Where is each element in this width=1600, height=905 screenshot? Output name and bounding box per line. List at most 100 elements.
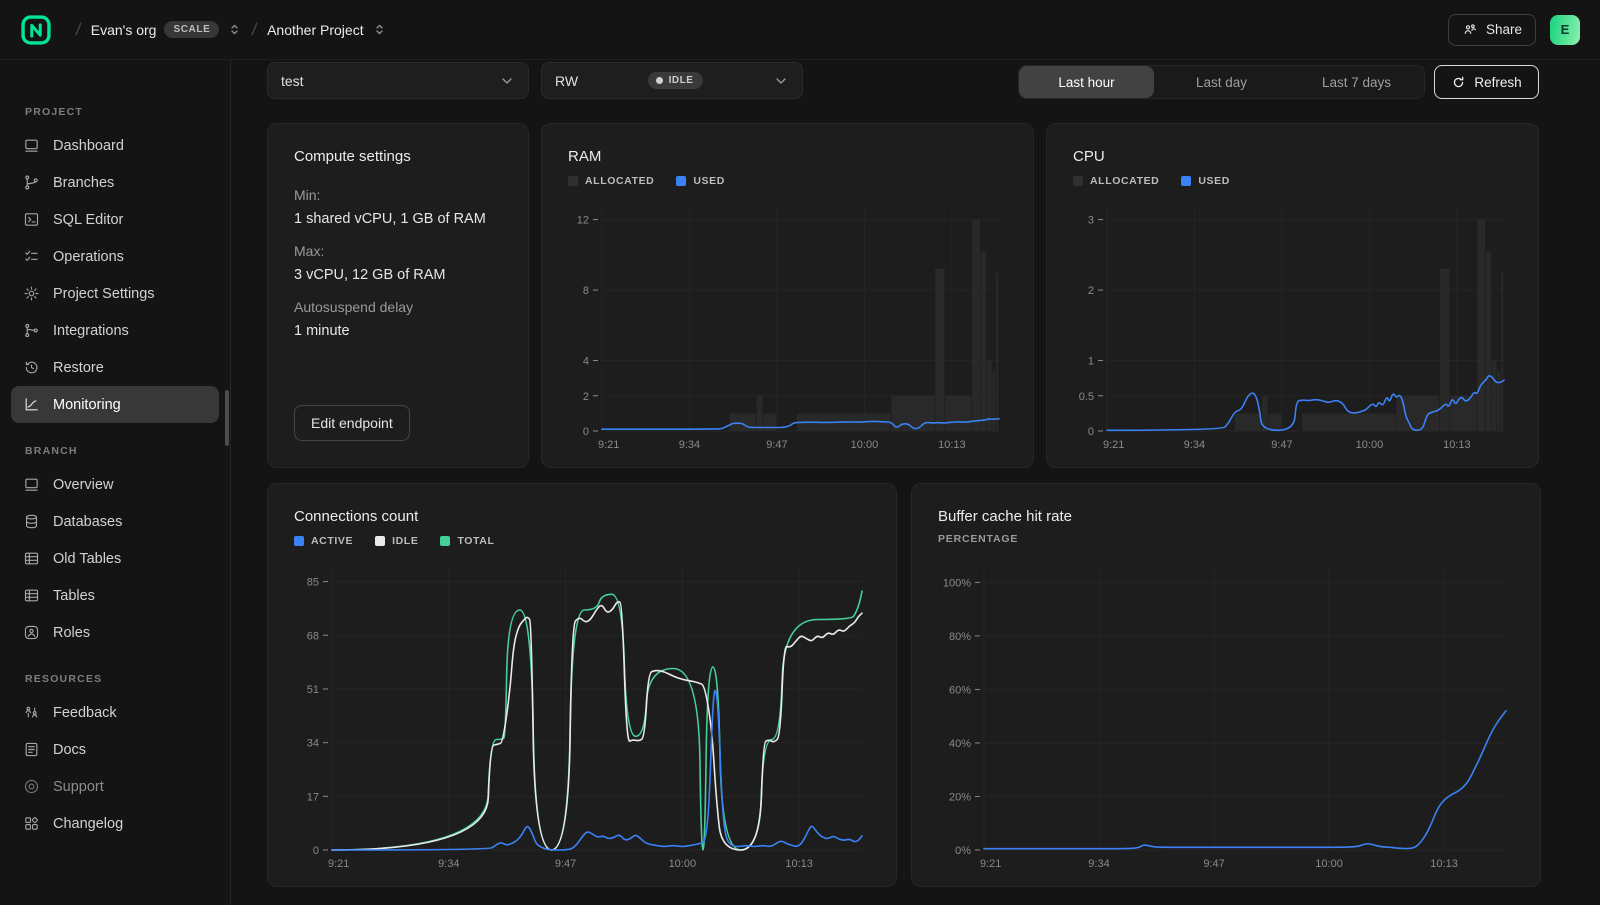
svg-text:2: 2	[1088, 285, 1094, 297]
connections-chart[interactable]: 9:219:349:4710:0010:1301734516885	[294, 559, 870, 872]
sidebar-item-docs[interactable]: Docs	[11, 731, 219, 768]
sidebar-item-restore[interactable]: Restore	[11, 349, 219, 386]
sidebar-item-label: Dashboard	[53, 138, 124, 154]
settings-icon	[23, 285, 40, 302]
changelog-icon	[23, 815, 40, 832]
legend-item-allocated: ALLOCATED	[568, 175, 654, 187]
edit-endpoint-button[interactable]: Edit endpoint	[294, 405, 410, 441]
tab-last-7-days[interactable]: Last 7 days	[1289, 66, 1424, 98]
svg-text:9:47: 9:47	[555, 858, 576, 870]
sidebar-item-label: Tables	[53, 588, 95, 604]
share-button[interactable]: Share	[1448, 14, 1536, 46]
legend-label: TOTAL	[457, 535, 494, 547]
svg-text:17: 17	[307, 791, 319, 803]
project-switcher[interactable]: Another Project	[267, 22, 387, 38]
compute-max-label: Max:	[294, 243, 502, 259]
sidebar-item-roles[interactable]: Roles	[11, 614, 219, 651]
sidebar-item-sql-editor[interactable]: SQL Editor	[11, 201, 219, 238]
sidebar-item-label: Integrations	[53, 323, 129, 339]
svg-text:9:34: 9:34	[1184, 439, 1205, 451]
sidebar-item-label: Project Settings	[53, 286, 155, 302]
sidebar-item-overview[interactable]: Overview	[11, 466, 219, 503]
svg-text:40%: 40%	[949, 738, 971, 750]
svg-text:0%: 0%	[955, 845, 971, 857]
sidebar-section-resources: RESOURCESFeedbackDocsSupportChangelog	[0, 673, 230, 842]
cpu-chart-card: CPU ALLOCATEDUSED 9:219:349:4710:0010:13…	[1046, 123, 1539, 468]
endpoint-status-badge: IDLE	[648, 72, 704, 89]
tab-last-hour[interactable]: Last hour	[1019, 66, 1154, 98]
legend-label: USED	[693, 175, 725, 187]
share-people-icon	[1462, 22, 1478, 38]
sidebar-item-changelog[interactable]: Changelog	[11, 805, 219, 842]
compute-autosuspend-label: Autosuspend delay	[294, 299, 502, 315]
breadcrumb-separator: /	[75, 20, 83, 40]
operations-icon	[23, 248, 40, 265]
sidebar-item-operations[interactable]: Operations	[11, 238, 219, 275]
tab-last-day[interactable]: Last day	[1154, 66, 1289, 98]
sidebar-item-databases[interactable]: Databases	[11, 503, 219, 540]
sidebar-item-label: Monitoring	[53, 397, 121, 413]
svg-text:8: 8	[583, 285, 589, 297]
legend-swatch	[375, 536, 385, 546]
connections-chart-card: Connections count ACTIVEIDLETOTAL 9:219:…	[267, 483, 897, 887]
buffer-cache-chart[interactable]: 9:219:349:4710:0010:130%20%40%60%80%100%	[938, 559, 1514, 872]
sidebar-item-label: Docs	[53, 742, 86, 758]
support-icon	[23, 778, 40, 795]
cpu-chart[interactable]: 9:219:349:4710:0010:1300.5123	[1073, 199, 1512, 453]
compute-min-label: Min:	[294, 187, 502, 203]
status-dot	[656, 77, 663, 84]
avatar[interactable]: E	[1550, 15, 1580, 45]
sidebar-item-old-tables[interactable]: Old Tables	[11, 540, 219, 577]
monitoring-icon	[23, 396, 40, 413]
svg-text:9:47: 9:47	[1203, 858, 1224, 870]
svg-text:0.5: 0.5	[1079, 391, 1094, 403]
sidebar-item-integrations[interactable]: Integrations	[11, 312, 219, 349]
legend-label: ALLOCATED	[1090, 175, 1159, 187]
chevron-down-icon	[499, 73, 515, 89]
refresh-button[interactable]: Refresh	[1434, 65, 1539, 99]
cpu-chart-title: CPU	[1073, 148, 1512, 165]
sidebar-item-dashboard[interactable]: Dashboard	[11, 127, 219, 164]
legend-swatch	[1073, 176, 1083, 186]
branch-select[interactable]: test	[267, 62, 529, 99]
compute-max-value: 3 vCPU, 12 GB of RAM	[294, 267, 502, 283]
sidebar-scrollbar[interactable]	[225, 390, 229, 446]
sidebar-item-label: Restore	[53, 360, 104, 376]
svg-text:1: 1	[1088, 356, 1094, 368]
sidebar-item-tables[interactable]: Tables	[11, 577, 219, 614]
sidebar-item-monitoring[interactable]: Monitoring	[11, 386, 219, 423]
svg-text:9:21: 9:21	[598, 439, 619, 451]
sidebar: PROJECTDashboardBranchesSQL EditorOperat…	[0, 60, 231, 905]
cpu-chart-area: 9:219:349:4710:0010:1300.5123	[1073, 199, 1512, 453]
table-icon	[23, 587, 40, 604]
legend-item-active: ACTIVE	[294, 535, 353, 547]
svg-text:12: 12	[577, 215, 589, 227]
sidebar-item-label: Support	[53, 779, 104, 795]
sidebar-item-support[interactable]: Support	[11, 768, 219, 805]
org-switcher[interactable]: Evan's org SCALE	[91, 21, 243, 38]
ram-chart[interactable]: 9:219:349:4710:0010:13024812	[568, 199, 1007, 453]
svg-text:85: 85	[307, 577, 319, 589]
svg-text:9:21: 9:21	[328, 858, 349, 870]
refresh-icon	[1451, 75, 1466, 90]
sidebar-item-feedback[interactable]: Feedback	[11, 694, 219, 731]
sidebar-item-branches[interactable]: Branches	[11, 164, 219, 201]
refresh-label: Refresh	[1474, 75, 1521, 90]
legend-label: USED	[1198, 175, 1230, 187]
svg-text:9:34: 9:34	[679, 439, 700, 451]
svg-text:10:00: 10:00	[1356, 439, 1384, 451]
feedback-icon	[23, 704, 40, 721]
endpoint-select[interactable]: RW IDLE	[541, 62, 803, 99]
endpoint-status-label: IDLE	[669, 75, 694, 86]
svg-text:60%: 60%	[949, 684, 971, 696]
svg-text:0: 0	[583, 426, 589, 438]
neon-logo[interactable]	[20, 14, 52, 46]
compute-min-value: 1 shared vCPU, 1 GB of RAM	[294, 211, 502, 227]
docs-icon	[23, 741, 40, 758]
share-label: Share	[1486, 22, 1522, 37]
legend-swatch	[568, 176, 578, 186]
cpu-chart-legend: ALLOCATED USED	[1073, 173, 1512, 189]
sidebar-item-project-settings[interactable]: Project Settings	[11, 275, 219, 312]
svg-text:10:13: 10:13	[1430, 858, 1458, 870]
svg-text:80%: 80%	[949, 631, 971, 643]
